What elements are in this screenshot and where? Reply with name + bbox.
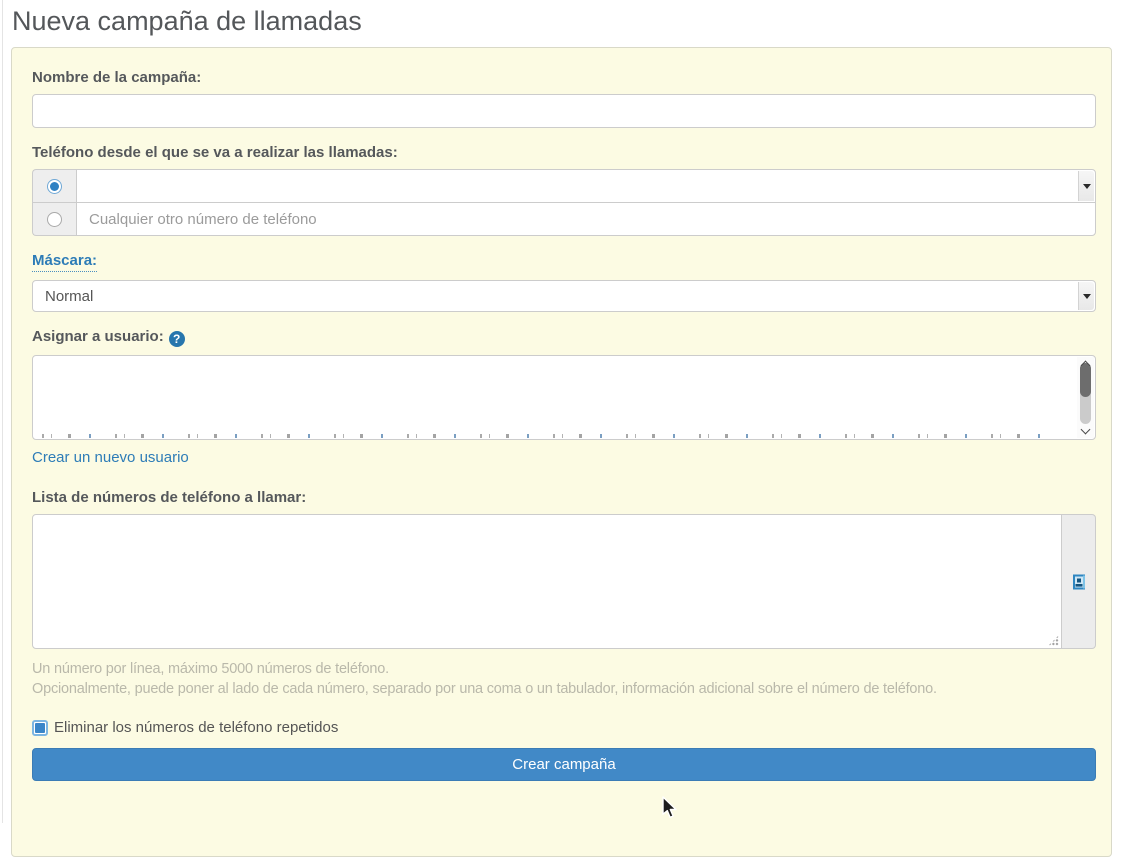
campaign-name-input[interactable] (32, 94, 1096, 128)
other-number-input[interactable] (76, 202, 1096, 236)
assign-user-listbox[interactable] (32, 355, 1096, 440)
scrollbar-up-icon[interactable] (1077, 357, 1094, 370)
own-number-row (32, 169, 1096, 203)
campaign-name-label: Nombre de la campaña: (32, 69, 1096, 86)
assign-user-label: Asignar a usuario:? (32, 328, 1096, 347)
own-number-radio[interactable] (47, 179, 62, 194)
phone-list-group: Lista de números de teléfono a llamar: U… (32, 489, 1096, 699)
mask-select[interactable]: Normal (32, 280, 1096, 312)
other-number-radio[interactable] (47, 212, 62, 227)
listbox-scrollbar[interactable] (1077, 357, 1094, 438)
campaign-name-group: Nombre de la campaña: (32, 69, 1096, 128)
other-number-row (32, 202, 1096, 236)
phone-list-label: Lista de números de teléfono a llamar: (32, 489, 1096, 506)
question-circle-icon[interactable]: ? (169, 331, 185, 347)
phone-list-addon[interactable] (1062, 514, 1096, 649)
phone-from-label: Teléfono desde el que se va a realizar l… (32, 144, 1096, 161)
phone-list-textarea[interactable] (32, 514, 1062, 649)
remove-duplicates-row[interactable]: Eliminar los números de teléfono repetid… (32, 719, 1096, 736)
remove-duplicates-checkbox[interactable] (32, 720, 48, 736)
create-user-link[interactable]: Crear un nuevo usuario (32, 449, 189, 466)
phone-list-help: Un número por línea, máximo 5000 números… (32, 659, 1096, 699)
own-number-select-value (77, 170, 1095, 182)
own-number-radio-addon (32, 169, 76, 203)
other-number-radio-addon (32, 202, 76, 236)
phone-list-wrapper (32, 514, 1096, 649)
assign-user-label-text: Asignar a usuario: (32, 328, 164, 345)
create-campaign-button[interactable]: Crear campaña (32, 748, 1096, 781)
phone-from-group: Teléfono desde el que se va a realizar l… (32, 144, 1096, 236)
mask-select-value: Normal (33, 281, 1095, 313)
listbox-clipped-option[interactable] (42, 434, 1055, 438)
remove-duplicates-label: Eliminar los números de teléfono repetid… (54, 719, 338, 736)
caret-down-icon[interactable] (1078, 171, 1094, 201)
page-title: Nueva campaña de llamadas (12, 6, 362, 37)
address-book-icon[interactable] (1071, 574, 1087, 590)
caret-down-icon[interactable] (1078, 282, 1094, 310)
mask-label[interactable]: Máscara: (32, 252, 97, 272)
page-edge-divider (2, 0, 3, 823)
scrollbar-down-icon[interactable] (1077, 425, 1094, 438)
help-line-1: Un número por línea, máximo 5000 números… (32, 659, 1096, 679)
help-line-2: Opcionalmente, puede poner al lado de ca… (32, 679, 1096, 699)
assign-user-group: Asignar a usuario:? Crear un nuevo usuar… (32, 328, 1096, 467)
new-call-campaign-form: Nombre de la campaña: Teléfono desde el … (11, 47, 1112, 857)
own-number-select[interactable] (76, 169, 1096, 203)
mask-group: Máscara: Normal (32, 252, 1096, 312)
